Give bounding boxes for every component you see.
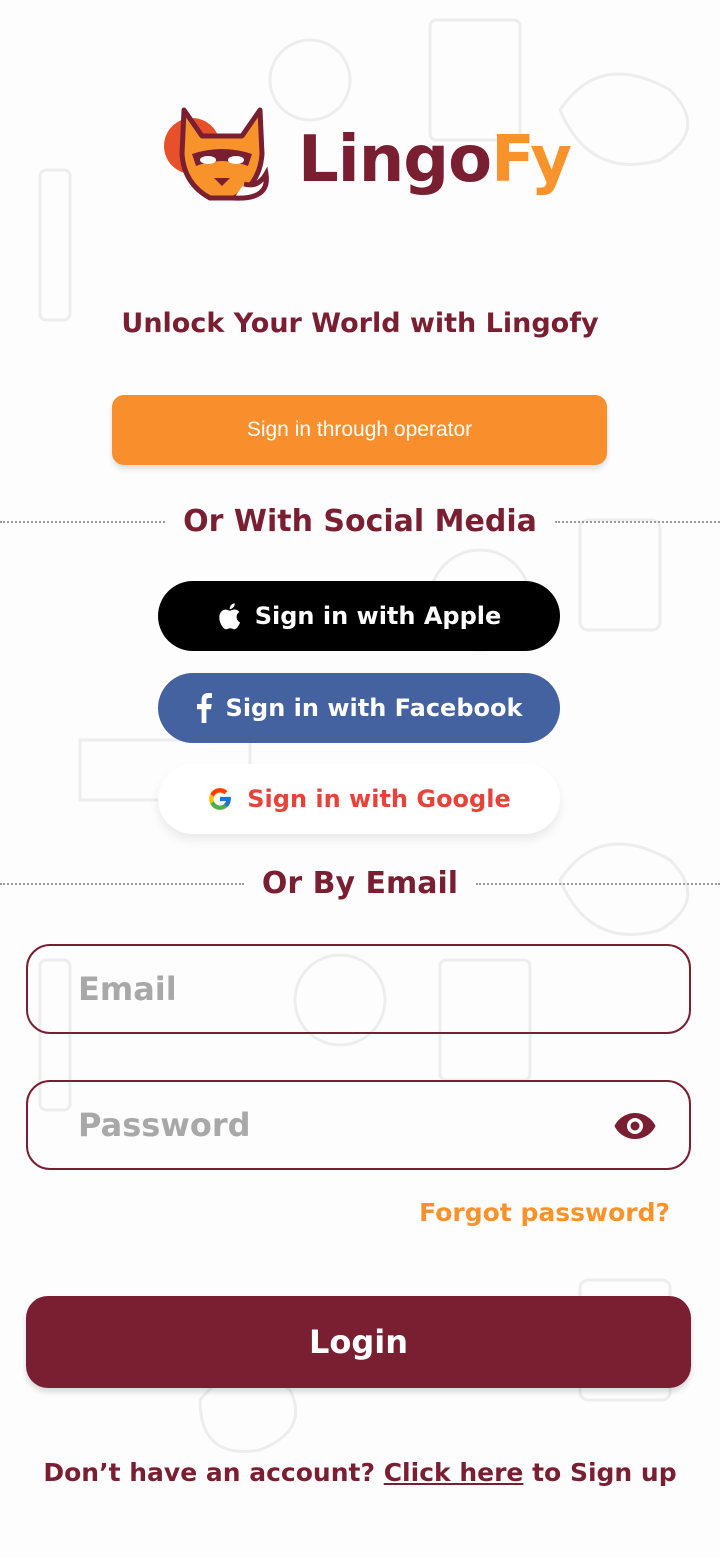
fox-logo-icon xyxy=(164,107,269,201)
password-input[interactable] xyxy=(28,1082,598,1168)
social-divider: Or With Social Media xyxy=(0,504,720,539)
brand-wordmark: LingoFy xyxy=(298,112,572,208)
brand-name-part1: Lingo xyxy=(298,123,492,197)
facebook-button-label: Sign in with Facebook xyxy=(225,694,523,722)
divider-line xyxy=(0,882,244,885)
sign-in-apple-button[interactable]: Sign in with Apple xyxy=(158,581,560,651)
email-divider-label: Or By Email xyxy=(261,866,459,901)
email-field-container xyxy=(26,944,691,1034)
forgot-password-link[interactable]: Forgot password? xyxy=(419,1198,670,1227)
divider-line xyxy=(0,520,166,523)
password-field-container xyxy=(26,1080,691,1170)
google-button-label: Sign in with Google xyxy=(247,785,511,813)
google-icon xyxy=(209,788,232,810)
sign-in-facebook-button[interactable]: Sign in with Facebook xyxy=(158,673,560,743)
signup-prefix: Don’t have an account? xyxy=(43,1458,375,1487)
signup-link[interactable]: Click here xyxy=(384,1458,524,1487)
brand-name-part2: Fy xyxy=(491,123,572,197)
apple-icon xyxy=(219,603,240,630)
eye-icon[interactable] xyxy=(613,1110,657,1142)
sign-in-operator-button[interactable]: Sign in through operator xyxy=(112,395,607,465)
tagline: Unlock Your World with Lingofy xyxy=(121,308,599,339)
brand-logo: LingoFy xyxy=(162,104,572,214)
social-divider-label: Or With Social Media xyxy=(183,504,537,539)
divider-line xyxy=(554,520,720,523)
divider-line xyxy=(476,882,720,885)
email-divider: Or By Email xyxy=(0,866,720,901)
email-input[interactable] xyxy=(28,946,598,1032)
signup-suffix: to Sign up xyxy=(532,1458,677,1487)
apple-button-label: Sign in with Apple xyxy=(254,602,502,630)
signup-prompt: Don’t have an account? Click here to Sig… xyxy=(0,1458,720,1487)
sign-in-google-button[interactable]: Sign in with Google xyxy=(158,764,560,834)
login-button[interactable]: Login xyxy=(26,1296,691,1388)
facebook-icon xyxy=(196,693,212,723)
